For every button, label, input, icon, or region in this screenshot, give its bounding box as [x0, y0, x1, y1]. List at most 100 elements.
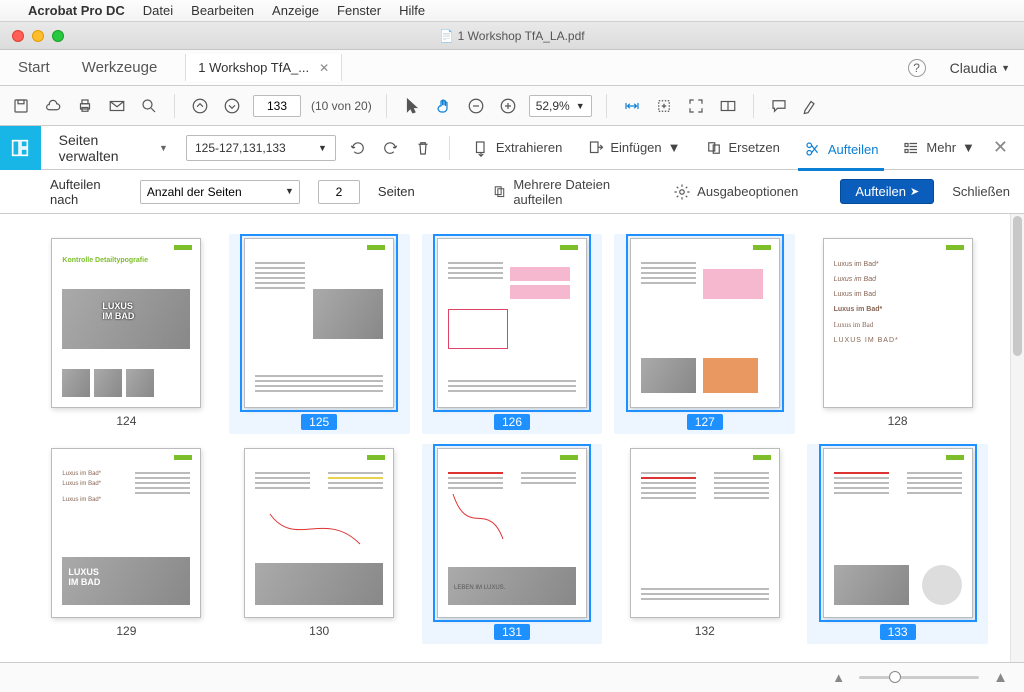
highlight-icon[interactable]	[800, 95, 822, 117]
replace-label: Ersetzen	[729, 140, 780, 155]
page-preview	[630, 238, 780, 408]
page-up-icon[interactable]	[189, 95, 211, 117]
fit-page-icon[interactable]	[653, 95, 675, 117]
page-thumbnail[interactable]: Kontrolle Detailtypografie LUXUSIM BAD 1…	[40, 238, 213, 430]
window-minimize-icon[interactable]	[32, 30, 44, 42]
page-thumbnail[interactable]: 125	[229, 234, 410, 434]
tab-close-icon[interactable]: ✕	[319, 61, 329, 75]
page-number-label: 127	[687, 414, 723, 430]
page-thumbnail[interactable]: 132	[618, 448, 791, 640]
menu-file[interactable]: Datei	[143, 3, 173, 18]
slider-knob[interactable]	[889, 671, 901, 683]
replace-button[interactable]: Ersetzen	[699, 135, 786, 161]
document-title: 📄 1 Workshop TfA_LA.pdf	[0, 29, 1024, 43]
split-count-input[interactable]	[318, 180, 360, 204]
mail-icon[interactable]	[106, 95, 128, 117]
output-options-button[interactable]: Ausgabeoptionen	[667, 179, 804, 205]
scrollbar-handle[interactable]	[1013, 216, 1022, 356]
page-number-label: 132	[695, 624, 715, 638]
split-button[interactable]: Aufteilen	[798, 136, 885, 171]
split-multiple-button[interactable]: Mehrere Dateien aufteilen	[486, 173, 649, 211]
page-preview: LEBEN IM LUXUS.	[437, 448, 587, 618]
save-icon[interactable]	[10, 95, 32, 117]
more-button[interactable]: Mehr ▼	[896, 135, 981, 161]
pointer-icon[interactable]	[401, 95, 423, 117]
pdf-icon: 📄	[439, 29, 454, 43]
insert-button[interactable]: Einfügen ▼	[580, 135, 686, 161]
split-mode-select[interactable]: Anzahl der Seiten	[140, 180, 300, 204]
chevron-down-icon: ▼	[318, 143, 327, 153]
organize-pages-icon[interactable]	[0, 126, 41, 170]
macos-menubar: Acrobat Pro DC Datei Bearbeiten Anzeige …	[0, 0, 1024, 22]
thumb-small-icon[interactable]: ▲	[832, 670, 845, 685]
close-split-button[interactable]: Schließen	[952, 184, 1010, 199]
zoom-value: 52,9%	[536, 99, 570, 113]
zoom-out-icon[interactable]	[465, 95, 487, 117]
cloud-icon[interactable]	[42, 95, 64, 117]
delete-icon[interactable]	[413, 137, 433, 159]
tab-document[interactable]: 1 Workshop TfA_... ✕	[185, 54, 342, 81]
split-label: Aufteilen	[828, 142, 879, 157]
organize-pages-dropdown[interactable]: Seiten verwalten ▼	[53, 128, 174, 168]
page-preview	[630, 448, 780, 618]
cursor-icon: ➤	[910, 185, 919, 198]
page-thumbnail[interactable]: LEBEN IM LUXUS. 131	[422, 444, 603, 644]
split-options-bar: Aufteilen nach Anzahl der Seiten ▼ Seite…	[0, 170, 1024, 214]
page-thumbnail[interactable]: 126	[422, 234, 603, 434]
thumbnail-zoom-slider[interactable]	[859, 676, 979, 679]
window-close-icon[interactable]	[12, 30, 24, 42]
menu-window[interactable]: Fenster	[337, 3, 381, 18]
split-action-button[interactable]: Aufteilen ➤	[840, 179, 934, 204]
page-preview: Luxus im Bad*Luxus im Bad*Luxus im Bad* …	[51, 448, 201, 618]
page-thumbnail[interactable]: 130	[233, 448, 406, 640]
rotate-ccw-icon[interactable]	[348, 137, 368, 159]
search-icon[interactable]	[138, 95, 160, 117]
page-preview: Kontrolle Detailtypografie LUXUSIM BAD	[51, 238, 201, 408]
fit-width-icon[interactable]	[621, 95, 643, 117]
menu-edit[interactable]: Bearbeiten	[191, 3, 254, 18]
page-range-value: 125-127,131,133	[195, 141, 286, 155]
app-name[interactable]: Acrobat Pro DC	[28, 3, 125, 18]
vertical-scrollbar[interactable]	[1010, 214, 1024, 662]
zoom-select[interactable]: 52,9% ▼	[529, 95, 592, 117]
page-number-label: 130	[309, 624, 329, 638]
page-number-label: 124	[116, 414, 136, 428]
page-preview	[823, 448, 973, 618]
page-number-label: 128	[888, 414, 908, 428]
read-mode-icon[interactable]	[717, 95, 739, 117]
fullscreen-icon[interactable]	[685, 95, 707, 117]
chevron-down-icon: ▼	[962, 140, 975, 155]
page-number-label: 131	[494, 624, 530, 640]
extract-button[interactable]: Extrahieren	[466, 135, 568, 161]
thumb-large-icon[interactable]: ▲	[993, 669, 1008, 686]
extract-label: Extrahieren	[496, 140, 562, 155]
user-menu[interactable]: Claudia ▼	[950, 60, 1010, 76]
split-action-label: Aufteilen	[855, 184, 906, 199]
rotate-cw-icon[interactable]	[380, 137, 400, 159]
help-icon[interactable]: ?	[908, 59, 926, 77]
menu-view[interactable]: Anzeige	[272, 3, 319, 18]
hand-icon[interactable]	[433, 95, 455, 117]
tab-tools[interactable]: Werkzeuge	[78, 51, 162, 84]
split-by-label: Aufteilen nach	[50, 177, 122, 207]
window-titlebar: 📄 1 Workshop TfA_LA.pdf	[0, 22, 1024, 50]
page-down-icon[interactable]	[221, 95, 243, 117]
window-maximize-icon[interactable]	[52, 30, 64, 42]
page-preview	[244, 448, 394, 618]
print-icon[interactable]	[74, 95, 96, 117]
document-title-text: 1 Workshop TfA_LA.pdf	[458, 29, 585, 43]
user-name: Claudia	[950, 60, 997, 76]
page-thumbnail[interactable]: Luxus im Bad*Luxus im BadLuxus im BadLux…	[811, 238, 984, 430]
menu-help[interactable]: Hilfe	[399, 3, 425, 18]
page-number-input[interactable]	[253, 95, 301, 117]
chevron-down-icon: ▼	[1001, 63, 1010, 73]
page-thumbnail[interactable]: 133	[807, 444, 988, 644]
close-panel-icon[interactable]: ✕	[993, 137, 1008, 158]
page-thumbnail[interactable]: 127	[614, 234, 795, 434]
page-count-label: (10 von 20)	[311, 99, 372, 113]
page-range-select[interactable]: 125-127,131,133 ▼	[186, 135, 336, 161]
comment-icon[interactable]	[768, 95, 790, 117]
tab-start[interactable]: Start	[14, 51, 54, 84]
zoom-in-icon[interactable]	[497, 95, 519, 117]
page-thumbnail[interactable]: Luxus im Bad*Luxus im Bad*Luxus im Bad* …	[40, 448, 213, 640]
